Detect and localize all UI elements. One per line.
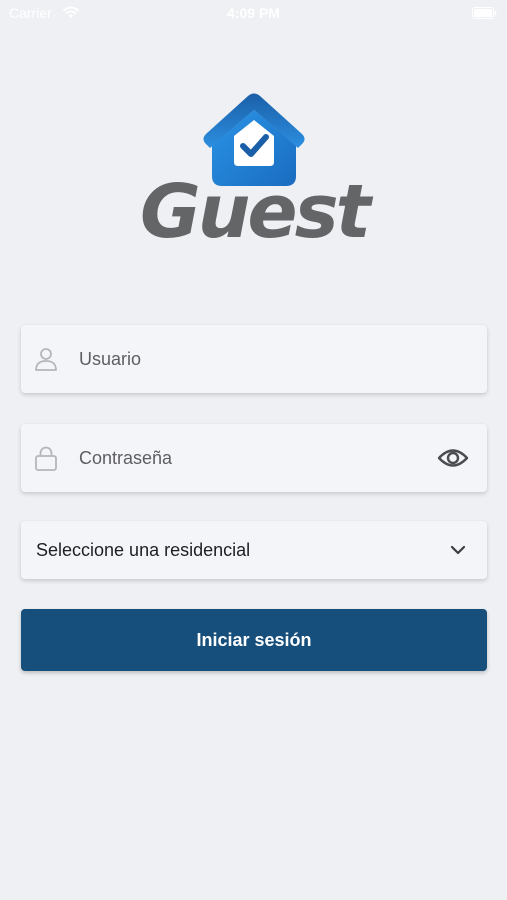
- status-time: 4:09 PM: [227, 5, 280, 21]
- password-field[interactable]: [21, 424, 487, 492]
- eye-icon[interactable]: [437, 444, 469, 472]
- status-bar: Carrier 4:09 PM: [0, 0, 507, 28]
- logo-wordmark: Guest: [139, 169, 371, 255]
- lock-icon: [35, 446, 57, 471]
- residence-select[interactable]: Seleccione una residencial: [21, 521, 487, 579]
- residence-select-label: Seleccione una residencial: [36, 540, 251, 560]
- password-input[interactable]: [79, 424, 419, 492]
- user-icon: [35, 348, 57, 371]
- app-logo: Guest: [134, 90, 374, 255]
- chevron-down-icon: [450, 545, 466, 555]
- battery-icon: [472, 7, 497, 19]
- username-field[interactable]: [21, 325, 487, 393]
- login-button[interactable]: Iniciar sesión: [21, 609, 487, 671]
- username-input[interactable]: [79, 325, 419, 393]
